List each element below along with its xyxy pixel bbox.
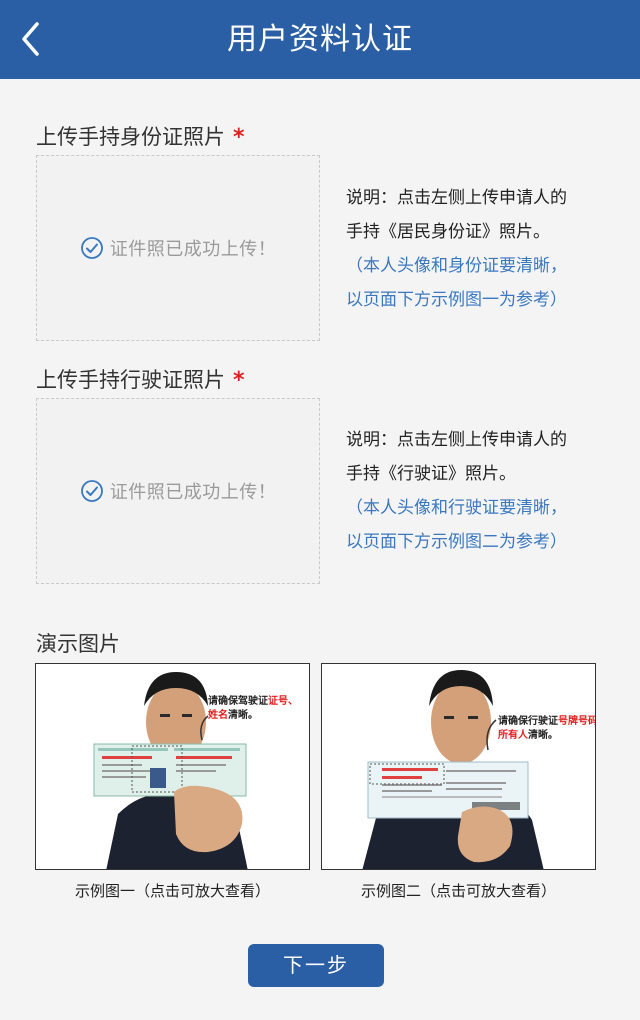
svg-text:姓名清晰。: 姓名清晰。 [207,708,258,721]
license-upload-box[interactable]: 证件照已成功上传！ [36,398,320,584]
id-card-instructions: 说明：点击左侧上传申请人的 手持《居民身份证》照片。 （本人头像和身份证要清晰，… [346,181,616,317]
example-1-annotation-suffix: 清晰。 [228,708,258,721]
example-1-caption[interactable]: 示例图一（点击可放大查看） [35,880,310,901]
upload-status-text: 证件照已成功上传！ [109,482,277,503]
id-card-upload-box[interactable]: 证件照已成功上传！ [36,155,320,341]
app-header: 用户资料认证 [0,0,640,79]
required-mark: * [233,125,245,150]
instruction-hint: （本人头像和行驶证要清晰， [346,498,567,518]
demo-section-title: 演示图片 [36,632,120,656]
svg-text:所有人清晰。: 所有人清晰。 [498,728,558,741]
instruction-hint: （本人头像和身份证要清晰， [346,256,567,276]
example-2-caption[interactable]: 示例图二（点击可放大查看） [321,880,596,901]
instruction-hint: 以页面下方示例图二为参考） [346,532,567,552]
upload-status: 证件照已成功上传！ [37,399,319,583]
example-photo-1: 请确保驾驶证证号、 姓名清晰。 [36,664,309,869]
id-card-upload-label: 上传手持身份证照片 * [36,121,245,151]
upload-status: 证件照已成功上传！ [37,156,319,340]
example-image-1[interactable]: 请确保驾驶证证号、 姓名清晰。 [35,663,310,870]
example-photo-2: 请确保行驶证号牌号码、 所有人清晰。 [322,664,596,869]
svg-text:请确保行驶证号牌号码、: 请确保行驶证号牌号码、 [498,714,596,727]
instruction-line: 手持《居民身份证》照片。 [346,222,550,242]
page-title: 用户资料认证 [227,22,413,57]
example-2-annotation-suffix: 清晰。 [528,728,558,741]
example-1-annotation-prefix: 请确保驾驶证 [208,694,268,707]
required-mark: * [233,368,245,393]
instruction-hint: 以页面下方示例图一为参考） [346,290,567,310]
example-2-annotation-prefix: 请确保行驶证 [498,714,558,727]
id-card-upload-label-text: 上传手持身份证照片 [36,125,225,149]
instruction-line: 说明：点击左侧上传申请人的 [346,188,567,208]
license-instructions: 说明：点击左侧上传申请人的 手持《行驶证》照片。 （本人头像和行驶证要清晰， 以… [346,423,616,559]
license-upload-label-text: 上传手持行驶证照片 [36,368,225,392]
check-circle-icon [80,237,103,259]
check-circle-icon [80,480,103,502]
example-1-annotation-highlight: 证号、 [268,695,298,707]
example-image-2[interactable]: 请确保行驶证号牌号码、 所有人清晰。 [321,663,596,870]
example-1-annotation-highlight: 姓名 [207,708,228,721]
example-2-annotation-highlight: 号牌号码、 [558,714,596,727]
license-upload-label: 上传手持行驶证照片 * [36,364,245,394]
instruction-line: 手持《行驶证》照片。 [346,464,516,484]
upload-status-text: 证件照已成功上传！ [109,239,277,260]
next-step-button[interactable]: 下一步 [248,944,384,987]
instruction-line: 说明：点击左侧上传申请人的 [346,430,567,450]
example-2-annotation-highlight: 所有人 [498,728,529,741]
svg-text:请确保驾驶证证号、: 请确保驾驶证证号、 [208,694,298,707]
